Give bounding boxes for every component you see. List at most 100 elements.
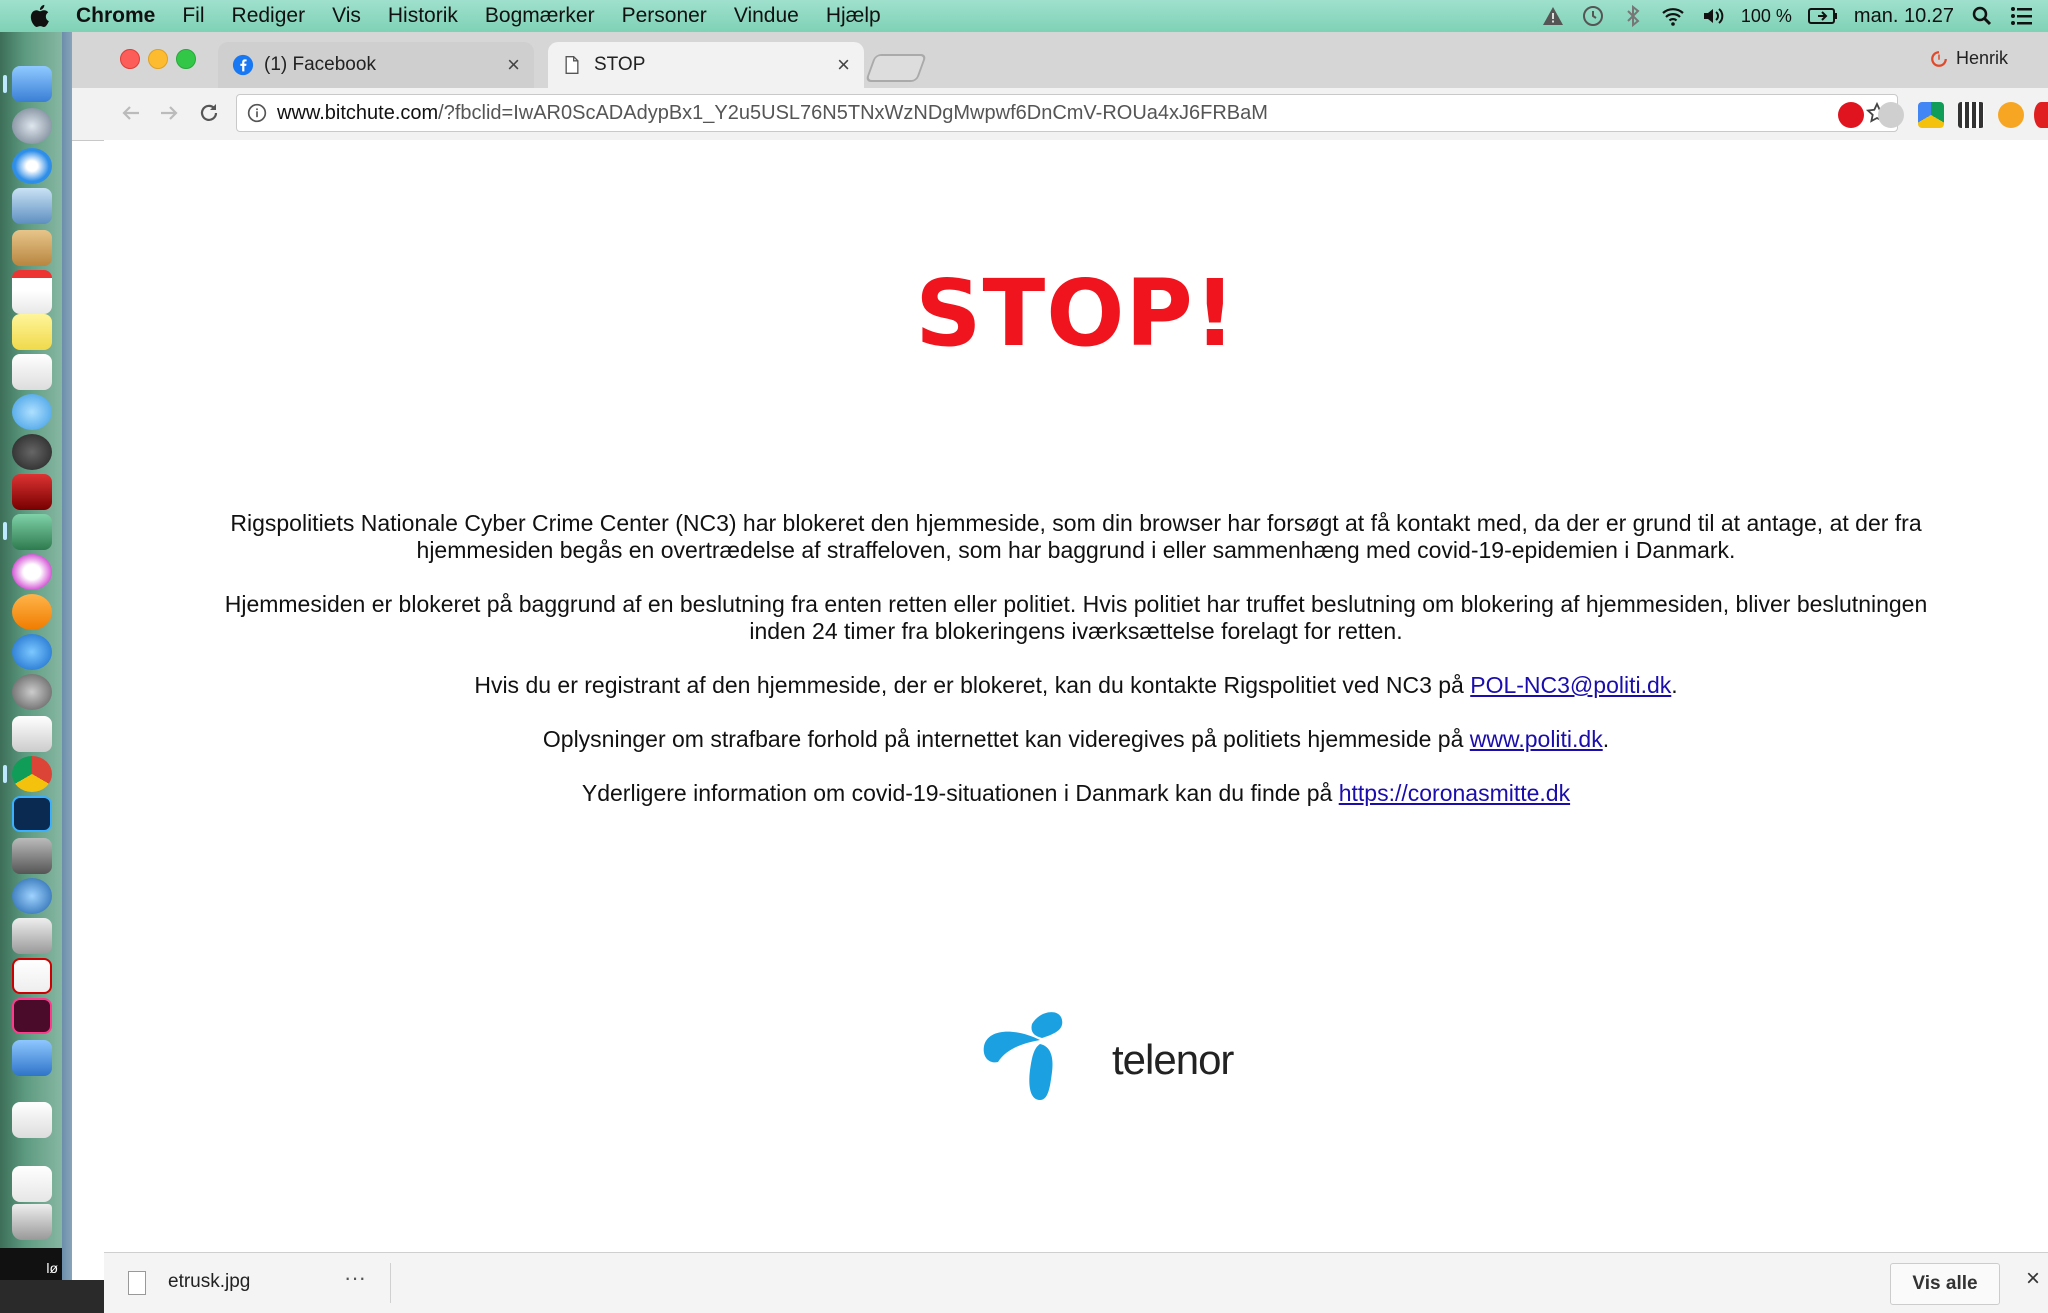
back-button[interactable] (116, 98, 146, 128)
paragraph-line: hjemmesiden begås en overtrædelse af str… (416, 537, 1736, 563)
telenor-logo-text: telenor (1112, 1036, 1234, 1083)
menu-app-chrome[interactable]: Chrome (76, 4, 155, 28)
bluetooth-file-exchange-icon[interactable] (12, 1040, 52, 1076)
messages-icon[interactable] (12, 394, 52, 430)
paragraph-line: Rigspolitiets Nationale Cyber Crime Cent… (230, 510, 1922, 536)
ibooks-icon[interactable] (12, 594, 52, 630)
dock: lø (0, 32, 62, 1280)
preview-icon[interactable] (12, 188, 52, 224)
politi-link[interactable]: www.politi.dk (1470, 726, 1603, 752)
quicktime-icon[interactable] (12, 878, 52, 914)
back-arrow-icon (122, 106, 139, 120)
reload-icon (200, 104, 218, 121)
reload-button[interactable] (194, 98, 224, 128)
url-host: www.bitchute.com (277, 101, 439, 124)
facebook-favicon-icon (232, 54, 254, 76)
info-icon[interactable] (247, 103, 267, 123)
download-options-button[interactable]: ··· (344, 1265, 366, 1291)
menu-bogmaerker[interactable]: Bogmærker (485, 4, 595, 28)
bluetooth-icon[interactable] (1621, 4, 1645, 28)
forward-button[interactable] (154, 98, 184, 128)
chrome-icon[interactable] (12, 756, 52, 792)
tab-title: STOP (594, 54, 646, 75)
menubar-status-area: 100 % man. 10.27 (1525, 0, 2048, 32)
file-icon[interactable] (128, 1271, 146, 1295)
iphoto-icon[interactable] (12, 514, 52, 550)
menu-hjaelp[interactable]: Hjælp (826, 4, 881, 28)
tab-close-button[interactable]: × (507, 52, 520, 78)
window-close-button[interactable] (120, 49, 140, 69)
wifi-icon[interactable] (1661, 4, 1685, 28)
google-drive-extension-icon[interactable] (1918, 102, 1944, 128)
calendar-icon[interactable] (12, 270, 52, 314)
close-shelf-button[interactable]: × (2026, 1265, 2040, 1293)
profile-button[interactable]: Henrik (1930, 48, 2008, 69)
address-bar[interactable]: www.bitchute.com/?fbclid=IwAR0ScADAdypBx… (236, 94, 1898, 132)
notes-icon[interactable] (12, 314, 52, 350)
reminders-icon[interactable] (12, 354, 52, 390)
safari-icon[interactable] (12, 148, 52, 184)
new-tab-button[interactable] (864, 54, 928, 82)
coronasmitte-link[interactable]: https://coronasmitte.dk (1339, 780, 1570, 806)
tab-close-button[interactable]: × (837, 52, 850, 78)
downloads-folder-icon[interactable] (12, 1166, 52, 1202)
menubar-clock[interactable]: man. 10.27 (1854, 5, 1954, 28)
desktop-corner: lø (0, 1248, 62, 1280)
paragraph-registrant-contact: Hvis du er registrant af den hjemmeside,… (104, 672, 2048, 699)
spotlight-search-icon[interactable] (1970, 4, 1994, 28)
image-capture-icon[interactable] (12, 838, 52, 874)
menu-vis[interactable]: Vis (332, 4, 361, 28)
window-zoom-button[interactable] (176, 49, 196, 69)
opera-extension-icon[interactable] (1838, 102, 1864, 128)
show-all-downloads-button[interactable]: Vis alle (1890, 1263, 2000, 1305)
red-extension-icon[interactable] (2034, 102, 2048, 128)
time-machine-icon[interactable] (1581, 4, 1605, 28)
launchpad-icon[interactable] (12, 108, 52, 144)
facetime-icon[interactable] (12, 434, 52, 470)
apple-menu-icon[interactable] (28, 3, 54, 29)
system-preferences-icon[interactable] (12, 674, 52, 710)
battery-icon[interactable] (1807, 4, 1838, 28)
tab-stop[interactable]: STOP × (548, 42, 864, 88)
paragraph-report-crime: Oplysninger om strafbare forhold på inte… (104, 726, 2048, 753)
chrome-window: (1) Facebook × STOP × Henrik www.bitchut… (72, 32, 2048, 1313)
menu-vindue[interactable]: Vindue (734, 4, 799, 28)
app-store-icon[interactable] (12, 634, 52, 670)
photo-booth-icon[interactable] (12, 474, 52, 510)
volume-icon[interactable] (1701, 4, 1725, 28)
menu-personer[interactable]: Personer (622, 4, 707, 28)
acrobat-icon[interactable] (12, 958, 52, 994)
textedit-icon[interactable] (12, 716, 52, 752)
page-content: STOP! Rigspolitiets Nationale Cyber Crim… (104, 140, 2048, 1252)
notification-center-icon[interactable] (2010, 4, 2034, 28)
download-shelf: etrusk.jpg ··· Vis alle × (104, 1252, 2048, 1313)
photoshop-icon[interactable] (12, 796, 52, 832)
dock-running-indicator (3, 522, 7, 540)
honey-extension-icon[interactable] (1998, 102, 2024, 128)
tab-facebook[interactable]: (1) Facebook × (218, 42, 534, 88)
contacts-icon[interactable] (12, 230, 52, 266)
window-minimize-button[interactable] (148, 49, 168, 69)
play-extension-icon[interactable] (1878, 102, 1904, 128)
download-filename[interactable]: etrusk.jpg (168, 1271, 250, 1293)
piano-extension-icon[interactable] (1958, 102, 1984, 128)
documents-folder-icon[interactable] (12, 1102, 52, 1138)
dock-running-indicator (3, 765, 7, 783)
trash-icon[interactable] (12, 1204, 52, 1240)
menu-fil[interactable]: Fil (182, 4, 204, 28)
indesign-icon[interactable] (12, 998, 52, 1034)
menu-rediger[interactable]: Rediger (232, 4, 306, 28)
paragraph-text: . (1671, 672, 1678, 698)
warning-icon[interactable] (1541, 4, 1565, 28)
utility-icon[interactable] (12, 918, 52, 954)
tab-title: (1) Facebook (264, 54, 376, 75)
email-link[interactable]: POL-NC3@politi.dk (1470, 672, 1671, 698)
paragraph-text: Oplysninger om strafbare forhold på inte… (542, 726, 1470, 752)
page-favicon-icon (565, 56, 579, 74)
url-path: /?fbclid=IwAR0ScADAdypBx1_Y2u5USL76N5TNx… (438, 101, 1268, 124)
finder-icon[interactable] (12, 66, 52, 102)
profile-name: Henrik (1955, 48, 2008, 68)
paragraph-text: Yderligere information om covid-19-situa… (581, 780, 1339, 806)
menu-historik[interactable]: Historik (388, 4, 458, 28)
itunes-icon[interactable] (12, 554, 52, 590)
